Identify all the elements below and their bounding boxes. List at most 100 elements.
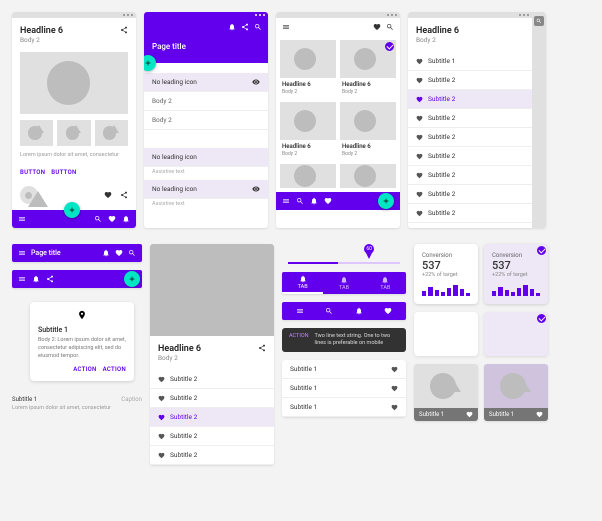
grid-tile[interactable]: Headline 6Body 2: [340, 102, 396, 160]
bell-icon[interactable]: [122, 215, 130, 223]
list-item[interactable]: Subtitle 2: [408, 128, 532, 147]
menu-icon[interactable]: [18, 249, 26, 257]
menu-icon[interactable]: [18, 275, 26, 283]
thumb[interactable]: [95, 120, 128, 146]
menu-icon[interactable]: [282, 197, 290, 205]
menu-icon[interactable]: [282, 23, 290, 31]
stat-card-selected[interactable]: Conversion 537 +22% of target: [484, 244, 548, 304]
tab[interactable]: TAB: [323, 272, 364, 294]
snackbar-action[interactable]: ACTION: [289, 333, 309, 347]
list-item[interactable]: Subtitle 2: [150, 389, 274, 408]
list-item[interactable]: Subtitle 2: [150, 370, 274, 389]
list-item[interactable]: No leading icon: [144, 148, 268, 167]
list-item[interactable]: Subtitle 2: [408, 109, 532, 128]
list-item[interactable]: Subtitle 1: [282, 379, 406, 398]
bell-icon[interactable]: [310, 197, 318, 205]
list-item[interactable]: No leading icon: [144, 73, 268, 92]
share-icon[interactable]: [258, 344, 266, 352]
grid-tile[interactable]: Headline 6Body 2: [340, 40, 396, 98]
bell-icon[interactable]: [355, 307, 363, 315]
list-item[interactable]: Body 2: [144, 111, 268, 130]
mock-grid-screen: Headline 6Body 2 Headline 6Body 2 Headli…: [276, 12, 400, 228]
search-icon[interactable]: [386, 23, 394, 31]
fab[interactable]: [378, 193, 394, 209]
sparkline: [422, 282, 470, 296]
heart-icon: [158, 452, 165, 459]
card-image: [484, 364, 548, 408]
heart-icon[interactable]: [324, 197, 332, 205]
empty-card-selected[interactable]: [484, 312, 548, 356]
search-icon[interactable]: [296, 197, 304, 205]
grid-tile[interactable]: Headline 6Body 2: [280, 40, 336, 98]
bell-icon[interactable]: [102, 249, 110, 257]
rail-search-button[interactable]: [534, 16, 544, 26]
list-item[interactable]: Subtitle 2: [408, 147, 532, 166]
action-button[interactable]: ACTION: [103, 366, 126, 373]
heart-icon[interactable]: [391, 404, 398, 411]
list-item[interactable]: Subtitle 1: [282, 398, 406, 417]
list-item[interactable]: Subtitle 1: [282, 360, 406, 379]
action-button[interactable]: ACTION: [73, 366, 96, 373]
search-icon[interactable]: [94, 215, 102, 223]
heart-icon[interactable]: [391, 366, 398, 373]
list-item[interactable]: No leading icon: [144, 180, 268, 199]
headline: Headline 6: [416, 26, 524, 36]
bell-icon[interactable]: [228, 23, 236, 31]
share-icon[interactable]: [241, 23, 249, 31]
search-icon[interactable]: [128, 249, 136, 257]
image-card[interactable]: Subtitle 1: [414, 364, 478, 421]
stat-cards: Conversion 537 +22% of target Conversion…: [414, 244, 548, 304]
heart-icon: [158, 395, 165, 402]
bell-icon[interactable]: [32, 275, 40, 283]
fab[interactable]: [64, 202, 80, 218]
caption-block: Subtitle 1Caption Lorem ipsum dolor sit …: [12, 393, 142, 411]
thumbnail-row: [12, 120, 136, 152]
list-item[interactable]: Subtitle 2: [408, 71, 532, 90]
search-icon[interactable]: [254, 23, 262, 31]
eye-icon: [252, 185, 260, 193]
list-item[interactable]: Body 2: [144, 92, 268, 111]
image-card-selected[interactable]: Subtitle 1: [484, 364, 548, 421]
list-item[interactable]: Subtitle 2: [408, 204, 532, 223]
text-button[interactable]: BUTTON: [51, 169, 76, 176]
list-item-selected[interactable]: Subtitle 2: [150, 408, 274, 427]
stat-card[interactable]: Conversion 537 +22% of target: [414, 244, 478, 304]
heart-icon[interactable]: [391, 385, 398, 392]
list-item[interactable]: Subtitle 2: [408, 166, 532, 185]
tab[interactable]: TAB: [365, 272, 406, 294]
list-item[interactable]: Subtitle 1: [408, 52, 532, 71]
fab[interactable]: [124, 271, 140, 287]
heart-icon[interactable]: [104, 191, 112, 199]
menu-icon[interactable]: [296, 307, 304, 315]
menu-icon[interactable]: [18, 215, 26, 223]
share-icon[interactable]: [120, 191, 128, 199]
share-icon[interactable]: [46, 275, 54, 283]
grid-tile[interactable]: [280, 164, 336, 188]
heart-icon[interactable]: [108, 215, 116, 223]
list-item[interactable]: Subtitle 2: [408, 185, 532, 204]
list-item[interactable]: Subtitle 2: [150, 427, 274, 446]
text-button[interactable]: BUTTON: [20, 169, 45, 176]
empty-card[interactable]: [414, 312, 478, 356]
heart-icon: [416, 134, 423, 141]
thumb[interactable]: [57, 120, 90, 146]
search-icon[interactable]: [325, 307, 333, 315]
grid-tile[interactable]: Headline 6Body 2: [280, 102, 336, 160]
heart-icon[interactable]: [536, 411, 543, 418]
side-rail: [532, 12, 546, 228]
heart-icon[interactable]: [373, 23, 381, 31]
heart-icon[interactable]: [466, 411, 473, 418]
sparkline: [492, 282, 540, 296]
heart-icon[interactable]: [115, 249, 123, 257]
heart-icon[interactable]: [384, 307, 392, 315]
header: Headline 6 Body 2: [408, 18, 532, 52]
thumb[interactable]: [20, 120, 53, 146]
slider-sample[interactable]: 60: [282, 244, 406, 264]
tab[interactable]: TAB: [282, 272, 323, 294]
bottom-bar-sample: [12, 270, 142, 288]
grid-tile[interactable]: [340, 164, 396, 188]
list-item[interactable]: Subtitle 2: [150, 446, 274, 465]
share-icon[interactable]: [120, 26, 128, 34]
list-item-selected[interactable]: Subtitle 2: [408, 90, 532, 109]
bottom-app-bar: [276, 192, 400, 210]
